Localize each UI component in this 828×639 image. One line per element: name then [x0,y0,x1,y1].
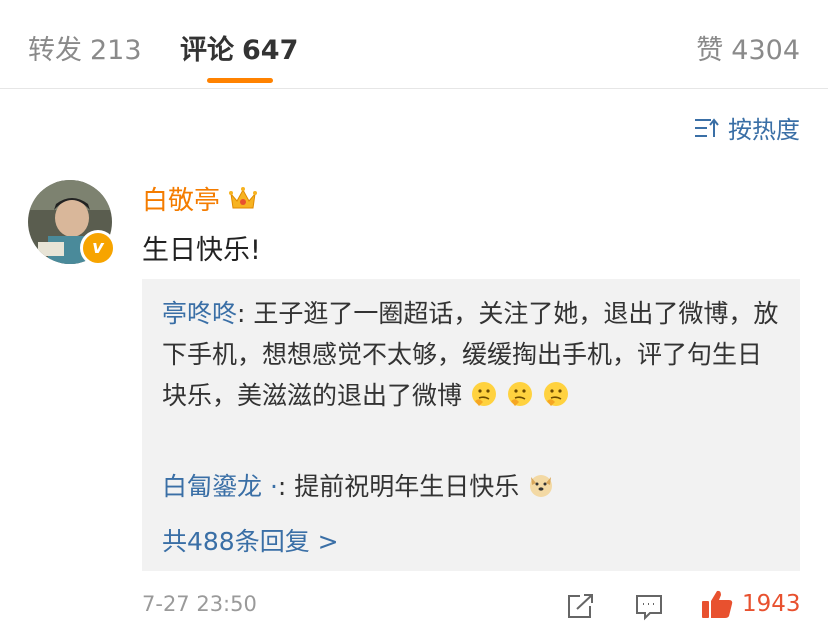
thinking-emoji-icon [507,382,532,406]
sort-label: 按热度 [728,116,800,144]
doge-emoji-icon [530,475,553,497]
reply-button[interactable] [634,592,664,626]
tab-comment[interactable]: 评论 647 [180,28,298,67]
tab-like-count: 4304 [731,35,800,66]
reply-separator: : [277,472,295,501]
reply-item: 亭咚咚: 王子逛了一圈超话，关注了她，退出了微博，放下手机，想想感觉不太够，缓缓… [162,293,782,416]
thinking-emoji-icon [543,382,568,406]
reply-username[interactable]: 白匐鎏龙 · [162,472,278,501]
reply-username[interactable]: 亭咚咚 [162,299,237,328]
avatar[interactable]: v [28,180,116,266]
tab-repost[interactable]: 转发 213 [28,28,142,67]
tab-comment-label: 评论 [180,35,234,66]
comment-time: 7-27 23:50 [142,592,257,616]
comment-text: 生日快乐! [142,235,261,266]
comment-icon [636,595,662,621]
sort-button[interactable]: 按热度 [694,110,800,145]
thumbs-up-icon [702,590,733,618]
reply-separator: : [237,299,254,328]
tab-repost-count: 213 [90,35,142,66]
share-icon [568,594,593,618]
active-tab-indicator [207,78,273,83]
sort-icon [695,117,719,137]
comment-username[interactable]: 白敬亭 [142,180,220,217]
like-count: 1943 [742,591,801,617]
share-button[interactable] [566,592,596,624]
tab-bar: 转发 213 评论 647 赞 4304 [0,0,828,89]
more-replies-link[interactable]: 共488条回复 > [162,522,339,558]
tab-like-label: 赞 [696,35,724,66]
tab-repost-label: 转发 [28,35,82,66]
like-button[interactable]: 1943 [700,588,801,620]
comment-username-row: 白敬亭 [142,180,258,217]
replies-box: 亭咚咚: 王子逛了一圈超话，关注了她，退出了微博，放下手机，想想感觉不太够，缓缓… [142,279,800,571]
reply-item: 白匐鎏龙 ·: 提前祝明年生日快乐 [162,466,782,507]
tab-like[interactable]: 赞 4304 [696,28,800,67]
crown-icon [229,186,258,208]
verified-badge-icon: v [80,230,116,266]
tab-comment-count: 647 [242,35,299,66]
reply-text: 提前祝明年生日快乐 [294,472,520,501]
thinking-emoji-icon [471,382,496,406]
